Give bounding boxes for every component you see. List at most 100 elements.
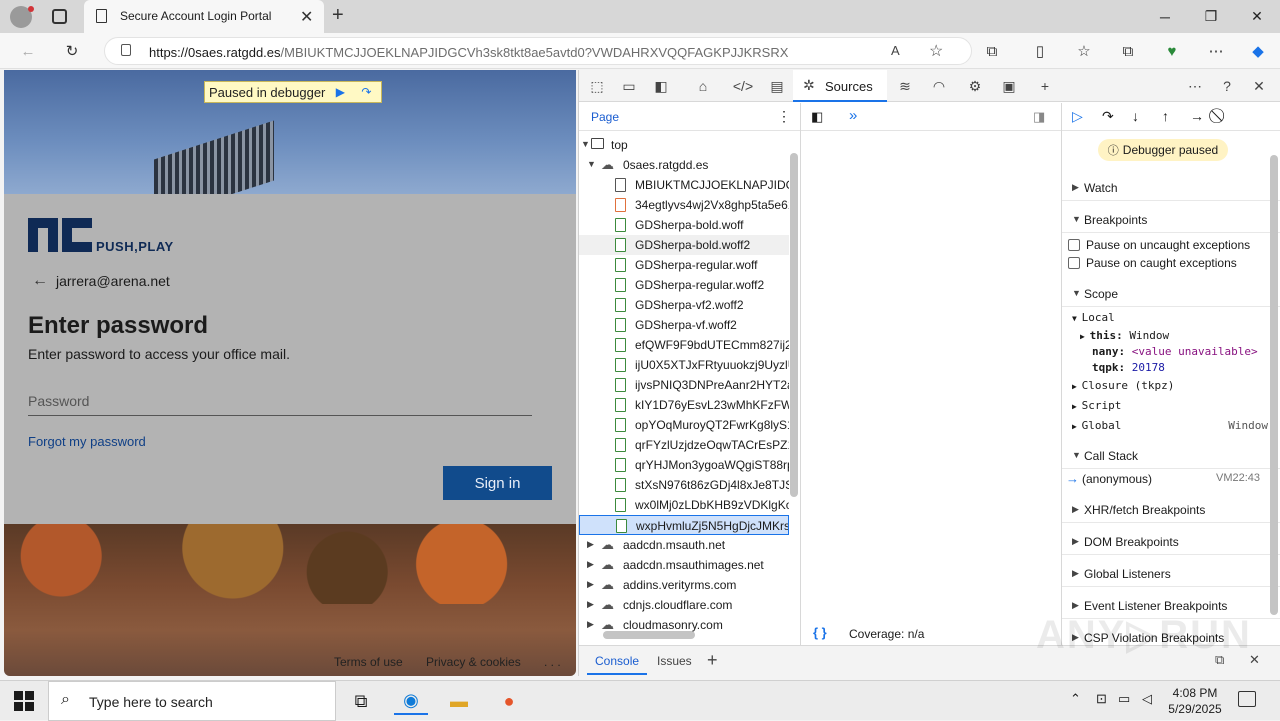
global-listeners-section[interactable]: ▶ Global Listeners xyxy=(1062,559,1280,587)
application-tab-icon[interactable]: ▣ xyxy=(999,76,1019,96)
pretty-print-icon[interactable]: { } xyxy=(813,625,827,640)
file-tree-item[interactable]: 34egtlyvs4wj2Vx8ghp5ta5e61 xyxy=(579,195,789,215)
forgot-password-link[interactable]: Forgot my password xyxy=(28,434,146,449)
step-over-icon[interactable]: ↷ xyxy=(1102,108,1114,125)
scope-script[interactable]: ▶ Script xyxy=(1072,399,1121,415)
sign-in-button[interactable]: Sign in xyxy=(443,466,552,500)
file-tree-item[interactable]: ijvsPNIQ3DNPreAanr2HYT2ar xyxy=(579,375,789,395)
toggle-navigator-icon[interactable]: ◧ xyxy=(811,109,823,125)
console-tab-icon[interactable]: ▤ xyxy=(767,76,787,96)
file-tree-item[interactable]: MBIUKTMCJJOEKLNAPJIDGC xyxy=(579,175,789,195)
pause-uncaught-checkbox[interactable] xyxy=(1068,239,1080,251)
more-tools-plus-icon[interactable]: + xyxy=(1035,76,1055,96)
watch-section[interactable]: ▶ Watch xyxy=(1062,173,1280,201)
more-tabs-icon[interactable]: » xyxy=(849,107,857,124)
toggle-debugger-icon[interactable]: ◨ xyxy=(1033,109,1045,125)
scope-local[interactable]: ▼ Local xyxy=(1072,311,1115,327)
help-icon[interactable]: ? xyxy=(1217,76,1237,96)
file-tree-item[interactable]: efQWF9F9bdUTECmm827ij21 xyxy=(579,335,789,355)
file-tree-item[interactable]: qrFYzlUzjdzeOqwTACrEsPZ15 xyxy=(579,435,789,455)
navigator-vertical-scrollbar[interactable] xyxy=(790,153,798,497)
tab-page[interactable]: Page xyxy=(591,110,619,124)
scope-section[interactable]: ▼ Scope xyxy=(1062,279,1280,307)
resume-icon[interactable]: ▶ xyxy=(329,83,351,101)
network-icon[interactable]: ⊡ xyxy=(1096,691,1107,707)
system-clock[interactable]: 4:08 PM 5/29/2025 xyxy=(1160,685,1230,717)
navigator-horizontal-scrollbar[interactable] xyxy=(603,631,695,639)
tab-actions-icon[interactable] xyxy=(52,9,67,24)
file-explorer-icon[interactable]: ▬ xyxy=(442,687,476,715)
tab-issues[interactable]: Issues xyxy=(657,654,692,668)
tree-domain-item[interactable]: ▶ ☁ aadcdn.msauthimages.net xyxy=(579,555,789,575)
favorites-icon[interactable]: ☆ xyxy=(1070,37,1098,65)
taskbar-search[interactable]: ⌕ Type here to search xyxy=(48,681,336,721)
task-view-icon[interactable]: ⧉ xyxy=(344,687,378,715)
navigator-more-icon[interactable]: ⋮ xyxy=(777,108,791,125)
debugger-scrollbar[interactable] xyxy=(1270,155,1278,615)
elements-tab-icon[interactable]: </> xyxy=(733,76,753,96)
footer-more-button[interactable]: . . . xyxy=(544,655,561,669)
browser-tab[interactable]: Secure Account Login Portal ✕ xyxy=(84,0,324,33)
scope-this[interactable]: ▶ this: Window xyxy=(1080,329,1169,345)
url-text[interactable]: https://0saes.ratgdd.es/MBIUKTMCJJOEKLNA… xyxy=(149,45,889,60)
collections-icon[interactable]: ⧉ xyxy=(1114,37,1142,65)
copilot-icon[interactable]: ◆ xyxy=(1244,37,1272,65)
resume-execution-icon[interactable]: ▷ xyxy=(1072,108,1083,125)
wifi-icon[interactable]: ▭ xyxy=(1118,691,1130,707)
call-frame-anonymous[interactable]: → (anonymous) VM22:43 xyxy=(1062,469,1268,489)
add-drawer-tab-icon[interactable]: + xyxy=(707,650,718,671)
address-bar[interactable]: https://0saes.ratgdd.es/MBIUKTMCJJOEKLNA… xyxy=(104,37,972,65)
file-tree-item[interactable]: ijU0X5XTJxFRtyuuokzj9UyzlUE xyxy=(579,355,789,375)
step-out-icon[interactable]: ↑ xyxy=(1162,108,1169,124)
split-screen-icon[interactable]: ▯ xyxy=(1026,37,1054,65)
close-devtools-icon[interactable]: ✕ xyxy=(1249,76,1269,96)
tree-domain-item[interactable]: ▶ ☁ addins.verityrms.com xyxy=(579,575,789,595)
close-tab-icon[interactable]: ✕ xyxy=(300,7,313,27)
new-tab-icon[interactable]: + xyxy=(332,4,344,27)
windows-start-icon[interactable] xyxy=(14,691,34,711)
file-tree-item[interactable]: GDSherpa-vf.woff2 xyxy=(579,315,789,335)
favorite-star-icon[interactable]: ☆ xyxy=(929,41,943,61)
devtools-more-icon[interactable]: ⋯ xyxy=(1185,76,1205,96)
tree-domain[interactable]: ▼ ☁ 0saes.ratgdd.es xyxy=(579,155,789,175)
scope-closure[interactable]: ▶ Closure (tkpz) xyxy=(1072,379,1174,395)
volume-icon[interactable]: ◁ xyxy=(1142,691,1152,707)
call-stack-section[interactable]: ▼ Call Stack xyxy=(1062,441,1280,469)
step-into-icon[interactable]: ↓ xyxy=(1132,108,1139,124)
privacy-link[interactable]: Privacy & cookies xyxy=(426,655,521,669)
dock-side-icon[interactable]: ◧ xyxy=(651,76,671,96)
back-icon[interactable]: ← xyxy=(14,37,42,65)
more-menu-icon[interactable]: ⋯ xyxy=(1202,37,1230,65)
browser-essentials-icon[interactable]: ♥ xyxy=(1158,37,1186,65)
dom-breakpoints-section[interactable]: ▶ DOM Breakpoints xyxy=(1062,527,1280,555)
extensions-icon[interactable]: ⧉ xyxy=(978,37,1006,65)
file-tree-item[interactable]: GDSherpa-bold.woff2 xyxy=(579,235,789,255)
welcome-home-icon[interactable]: ⌂ xyxy=(693,76,713,96)
file-tree-item[interactable]: kIY1D76yEsvL23wMhKFzFWP xyxy=(579,395,789,415)
performance-tab-icon[interactable]: ◠ xyxy=(929,76,949,96)
file-tree-item[interactable]: wx0lMj0zLDbKHB9zVDKlgKo xyxy=(579,495,789,515)
file-tree-item[interactable]: wxpHvmluZj5N5HgDjcJMKrs xyxy=(579,515,789,535)
file-tree-item[interactable]: opYOqMuroyQT2FwrKg8lyS1 xyxy=(579,415,789,435)
step-icon[interactable]: → xyxy=(1190,108,1204,124)
lock-icon[interactable] xyxy=(121,44,131,56)
file-tree-item[interactable]: GDSherpa-regular.woff2 xyxy=(579,275,789,295)
close-window-icon[interactable]: ✕ xyxy=(1234,0,1280,33)
tree-domain-item[interactable]: ▶ ☁ cdnjs.cloudflare.com xyxy=(579,595,789,615)
read-aloud-icon[interactable]: A xyxy=(891,43,900,58)
file-tree-item[interactable]: GDSherpa-bold.woff xyxy=(579,215,789,235)
maximize-icon[interactable]: ❐ xyxy=(1188,0,1234,33)
pause-caught-checkbox[interactable] xyxy=(1068,257,1080,269)
file-tree-item[interactable]: GDSherpa-regular.woff xyxy=(579,255,789,275)
scope-global[interactable]: ▶ Global Window xyxy=(1072,419,1268,435)
minimize-icon[interactable]: ─ xyxy=(1142,0,1188,33)
notifications-icon[interactable] xyxy=(1238,691,1256,707)
xhr-breakpoints-section[interactable]: ▶ XHR/fetch Breakpoints xyxy=(1062,495,1280,523)
inspect-element-icon[interactable]: ⬚ xyxy=(587,76,607,96)
breakpoints-section[interactable]: ▼ Breakpoints xyxy=(1062,205,1280,233)
tree-top[interactable]: ▼ top xyxy=(579,135,789,155)
file-tree-item[interactable]: qrYHJMon3ygoaWQgiST88rp xyxy=(579,455,789,475)
memory-tab-icon[interactable]: ⚙ xyxy=(965,76,985,96)
tab-sources[interactable]: ✲ Sources xyxy=(793,70,887,102)
network-tab-icon[interactable]: ≋ xyxy=(895,76,915,96)
